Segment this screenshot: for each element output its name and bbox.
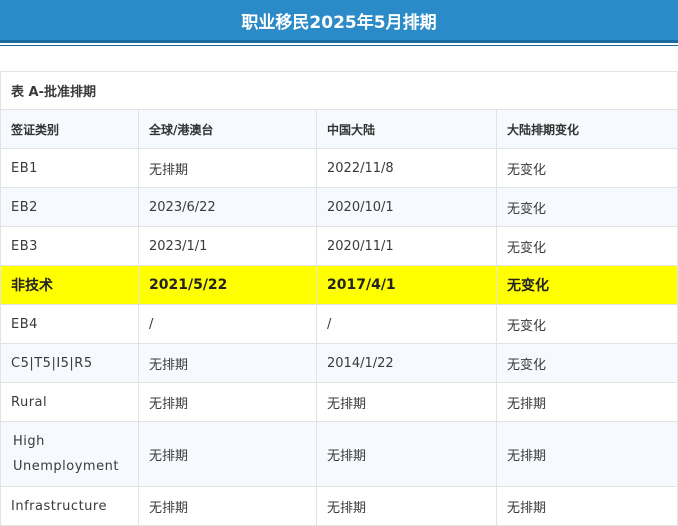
cell-change: 无变化 <box>495 265 678 305</box>
cell-change: 无变化 <box>495 148 678 188</box>
cell-global: 无排期 <box>138 148 317 188</box>
table-row: C5|T5|I5|R5 无排期 2014/1/22 无变化 <box>0 343 678 383</box>
cell-global: 2021/5/22 <box>138 265 317 305</box>
priority-date-table-container: 表 A-批准排期 签证类别 全球/港澳台 中国大陆 大陆排期变化 EB1 无排期… <box>0 71 678 526</box>
cell-global: 2023/6/22 <box>138 187 317 227</box>
cell-china: 2017/4/1 <box>316 265 497 305</box>
table-row-highlighted: 非技术 2021/5/22 2017/4/1 无变化 <box>0 265 678 305</box>
table-caption-row: 表 A-批准排期 <box>0 71 678 110</box>
cell-change: 无变化 <box>495 304 678 344</box>
table-row: Rural 无排期 无排期 无排期 <box>0 382 678 422</box>
cell-china: 2020/11/1 <box>316 226 497 266</box>
page-title-banner: 职业移民2025年5月排期 <box>0 0 678 43</box>
table-row: EB3 2023/1/1 2020/11/1 无变化 <box>0 226 678 266</box>
cell-change: 无变化 <box>495 187 678 227</box>
table-caption: 表 A-批准排期 <box>0 71 678 110</box>
cell-china: 2014/1/22 <box>316 343 497 383</box>
cell-global: 2023/1/1 <box>138 226 317 266</box>
cell-change: 无变化 <box>495 343 678 383</box>
cell-china: 无排期 <box>316 382 497 422</box>
cell-category: EB1 <box>0 148 139 188</box>
header-visa-category: 签证类别 <box>0 109 139 149</box>
cell-global: 无排期 <box>138 343 317 383</box>
cell-category: Rural <box>0 382 139 422</box>
cell-global: 无排期 <box>138 382 317 422</box>
header-mainland-change: 大陆排期变化 <box>495 109 678 149</box>
table-row: EB2 2023/6/22 2020/10/1 无变化 <box>0 187 678 227</box>
priority-date-table: 表 A-批准排期 签证类别 全球/港澳台 中国大陆 大陆排期变化 EB1 无排期… <box>0 71 678 526</box>
cell-category: EB4 <box>0 304 139 344</box>
table-row: EB1 无排期 2022/11/8 无变化 <box>0 148 678 188</box>
cell-china: 无排期 <box>316 421 497 487</box>
cell-change: 无排期 <box>495 421 678 487</box>
header-mainland-china: 中国大陆 <box>316 109 497 149</box>
header-global-hk-macau-tw: 全球/港澳台 <box>138 109 317 149</box>
cell-global: 无排期 <box>138 421 317 487</box>
cell-change: 无排期 <box>495 382 678 422</box>
page-title: 职业移民2025年5月排期 <box>241 12 437 33</box>
table-row: High Unemployment 无排期 无排期 无排期 <box>0 421 678 487</box>
cell-category: High Unemployment <box>0 421 139 487</box>
cell-china: 2020/10/1 <box>316 187 497 227</box>
cell-category: EB2 <box>0 187 139 227</box>
cell-category: EB3 <box>0 226 139 266</box>
cell-category: C5|T5|I5|R5 <box>0 343 139 383</box>
cell-global: / <box>138 304 317 344</box>
table-header-row: 签证类别 全球/港澳台 中国大陆 大陆排期变化 <box>0 109 678 149</box>
cell-category: 非技术 <box>0 265 139 305</box>
cell-china: 2022/11/8 <box>316 148 497 188</box>
cell-china: / <box>316 304 497 344</box>
table-row: EB4 / / 无变化 <box>0 304 678 344</box>
cell-change: 无变化 <box>495 226 678 266</box>
